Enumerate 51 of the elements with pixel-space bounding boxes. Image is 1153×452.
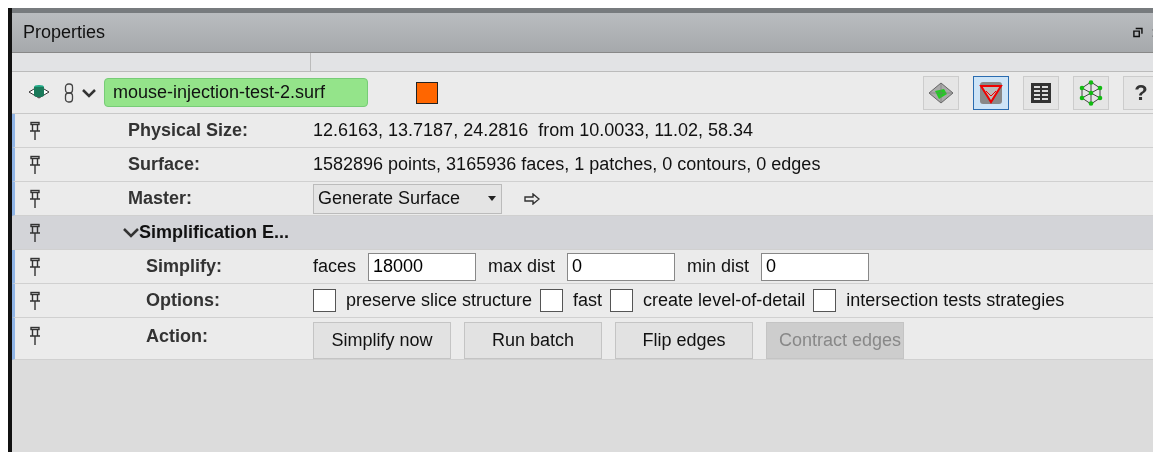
arrow-right-icon[interactable]	[524, 192, 540, 205]
pin-icon[interactable]	[28, 154, 42, 175]
help-button[interactable]: ?	[1123, 75, 1153, 110]
property-label: Action:	[146, 326, 208, 346]
action-button[interactable]: Simplify now	[313, 322, 451, 359]
color-swatch[interactable]	[416, 81, 438, 104]
field-label: min dist	[687, 256, 750, 277]
pin-icon[interactable]	[28, 326, 42, 346]
chevron-down-icon[interactable]	[82, 87, 96, 98]
master-dropdown[interactable]: Generate Surface	[313, 183, 502, 214]
checkbox[interactable]	[540, 289, 564, 312]
input-field[interactable]: 0	[567, 252, 676, 281]
checkbox[interactable]	[313, 289, 336, 312]
mesh-tool-button[interactable]	[923, 75, 959, 110]
restore-icon[interactable]	[1133, 27, 1143, 38]
pin-icon[interactable]	[28, 120, 42, 141]
checkbox-label: preserve slice structure	[346, 290, 533, 311]
pin-icon[interactable]	[28, 222, 42, 243]
field-label: max dist	[488, 256, 556, 277]
file-name-field[interactable]: mouse-injection-test-2.surf	[104, 78, 368, 107]
pin-icon[interactable]	[28, 290, 42, 311]
field-label: faces	[313, 256, 357, 277]
checkbox-label: fast	[573, 290, 603, 311]
link-icon[interactable]	[64, 82, 74, 103]
chevron-down-icon[interactable]	[123, 226, 139, 239]
action-button[interactable]: Run batch	[464, 322, 602, 359]
property-label: Master:	[128, 188, 193, 208]
panel-title: Properties	[23, 22, 107, 43]
checkbox-label: create level-of-detail	[643, 290, 806, 311]
property-label: Simplify:	[146, 256, 222, 276]
input-field[interactable]: 0	[761, 252, 870, 281]
section-title: Simplification E...	[139, 222, 290, 243]
checkbox[interactable]	[813, 289, 837, 312]
checkbox-label: intersection tests strategies	[846, 290, 1065, 311]
network-tool-button[interactable]	[1073, 75, 1109, 110]
property-value: 1582896 points, 3165936 faces, 1 patches, 0 contours, 0 edges	[313, 154, 821, 175]
property-value: 12.6163, 13.7187, 24.2816 from 10.0033, 11.02, 58.34	[313, 120, 754, 141]
property-label: Options:	[146, 290, 220, 310]
mesh-icon	[928, 81, 954, 104]
checkbox[interactable]	[610, 289, 634, 312]
list-tool-button[interactable]	[1023, 75, 1059, 110]
list-icon	[1030, 81, 1052, 104]
network-icon	[1078, 79, 1104, 106]
caret-icon	[487, 195, 497, 202]
input-field[interactable]: 18000	[368, 252, 477, 281]
property-label: Surface:	[128, 154, 201, 174]
triangle-tool-button[interactable]	[973, 75, 1009, 110]
property-label: Physical Size:	[128, 120, 249, 140]
action-button[interactable]: Flip edges	[615, 322, 753, 359]
pin-icon[interactable]	[28, 188, 42, 209]
pin-icon[interactable]	[28, 256, 42, 277]
